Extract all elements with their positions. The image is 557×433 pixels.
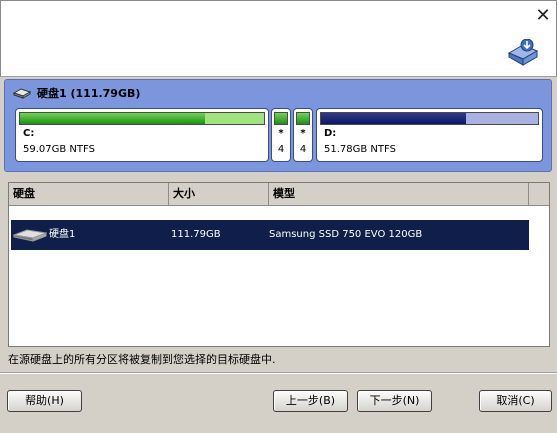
partition-c-label: C: (23, 128, 35, 139)
disk-header: 硬盘1 (111.79GB) (13, 85, 140, 101)
divider (0, 372, 557, 374)
cancel-button[interactable]: 取消(C) (479, 390, 552, 412)
partition-small-2[interactable]: * 4 (293, 108, 313, 162)
title-area: ✕ (0, 0, 557, 77)
partition-small-1[interactable]: * 4 (271, 108, 291, 162)
partition-small-2-usage-bar (296, 112, 310, 125)
partition-d-label: D: (324, 128, 337, 139)
partition-c-info: 59.07GB NTFS (23, 144, 95, 155)
help-button[interactable]: 帮助(H) (7, 390, 82, 412)
partition-small-2-label: * (300, 128, 306, 139)
hard-disk-icon (13, 229, 47, 242)
hard-disk-icon (13, 88, 31, 99)
partition-c-usage-bar (19, 112, 265, 125)
status-text: 在源硬盘上的所有分区将被复制到您选择的目标硬盘中. (8, 353, 276, 366)
next-button[interactable]: 下一步(N) (357, 390, 432, 412)
column-header-model[interactable]: 模型 (269, 183, 529, 205)
row-disk-name: 硬盘1 (49, 229, 76, 240)
table-row[interactable]: 硬盘1 111.79GB Samsung SSD 750 EVO 120GB (11, 220, 529, 250)
row-disk-size: 111.79GB (171, 229, 221, 240)
partition-d-usage-bar (320, 112, 539, 125)
disk-map-panel: 硬盘1 (111.79GB) C: 59.07GB NTFS * 4 * 4 D… (4, 79, 552, 172)
partition-c[interactable]: C: 59.07GB NTFS (15, 108, 269, 162)
partition-small-1-label: * (278, 128, 284, 139)
disk-list-header: 硬盘 大小 模型 (9, 183, 549, 206)
disk-list: 硬盘 大小 模型 硬盘1 111.79GB Samsung SSD 750 EV… (8, 182, 550, 347)
disk-title: 硬盘1 (111.79GB) (37, 87, 141, 100)
partition-d-info: 51.78GB NTFS (324, 144, 396, 155)
column-header-size[interactable]: 大小 (169, 183, 269, 205)
partition-small-1-info: 4 (277, 144, 285, 155)
disk-copy-icon (507, 39, 539, 66)
partition-d[interactable]: D: 51.78GB NTFS (316, 108, 543, 162)
partition-small-1-usage-bar (274, 112, 288, 125)
back-button[interactable]: 上一步(B) (273, 390, 348, 412)
close-button[interactable]: ✕ (533, 7, 553, 27)
partition-small-2-info: 4 (299, 144, 307, 155)
column-header-disk[interactable]: 硬盘 (9, 183, 169, 205)
row-disk-model: Samsung SSD 750 EVO 120GB (269, 229, 423, 240)
